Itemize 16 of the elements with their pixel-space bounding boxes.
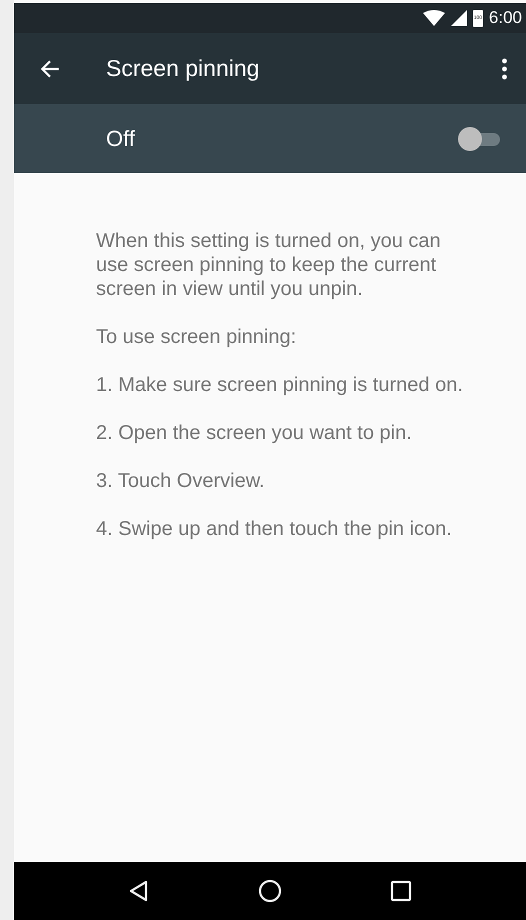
clock-time: 6:00 <box>488 8 522 28</box>
switch-label: Off <box>106 126 136 152</box>
description-text: 4. Swipe up and then touch the pin icon. <box>96 517 453 541</box>
screen-title: Screen pinning <box>106 55 260 82</box>
description-text: When this setting is turned on, you can use screen pinning to keep the current screen in view until you unpin. <box>96 229 442 301</box>
more-options-icon[interactable] <box>501 58 508 80</box>
home-circle-icon[interactable] <box>258 879 282 903</box>
overview-square-icon[interactable] <box>388 879 413 903</box>
description-text: To use screen pinning: <box>96 325 298 349</box>
toggle-switch[interactable] <box>458 126 502 152</box>
description-text: 3. Touch Overview. <box>96 469 266 493</box>
signal-icon <box>450 10 467 26</box>
wifi-icon <box>422 10 445 26</box>
description-text: 2. Open the screen you want to pin. <box>96 421 413 445</box>
back-arrow-icon[interactable] <box>39 58 61 80</box>
description-text: 1. Make sure screen pinning is turned on. <box>96 373 464 397</box>
